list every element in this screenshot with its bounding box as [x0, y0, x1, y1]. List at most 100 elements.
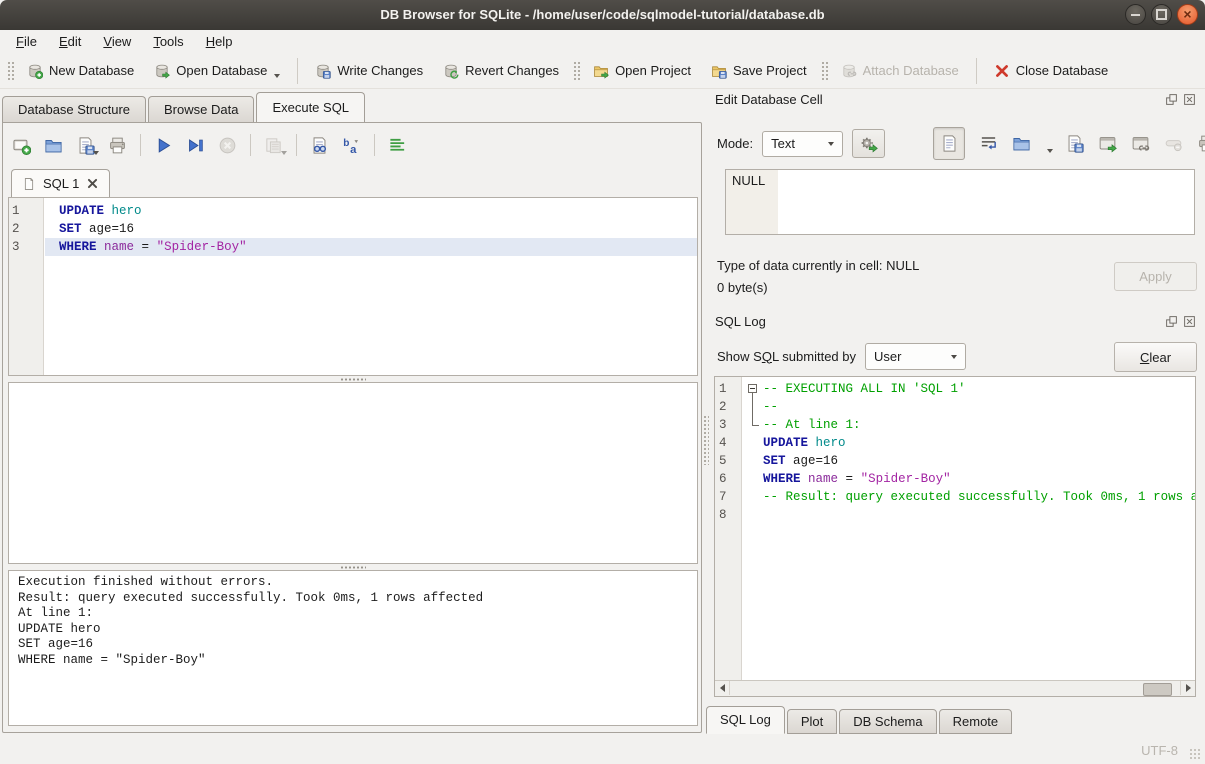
execute-line-icon[interactable] [184, 134, 207, 157]
toolbar-button-open-project[interactable]: Open Project [583, 57, 701, 85]
export-data-icon[interactable] [1065, 134, 1084, 153]
toolbar-button-close-database[interactable]: Close Database [984, 57, 1119, 85]
apply-button[interactable]: Apply [1114, 262, 1197, 291]
dock-tab-sql-log[interactable]: SQL Log [706, 706, 785, 734]
fold-margin[interactable] [745, 398, 763, 416]
log-code: -- [763, 398, 1195, 416]
sql-log-title: SQL Log [715, 314, 766, 329]
cell-content: NULL [732, 173, 765, 188]
new-sql-tab-icon[interactable] [10, 134, 33, 157]
submitter-select[interactable]: User [865, 343, 966, 370]
save-project-icon [711, 63, 727, 79]
dock-tabs: SQL LogPlotDB SchemaRemote [706, 707, 1014, 734]
mode-select[interactable]: Text [762, 131, 843, 157]
line-number: 2 [715, 398, 745, 416]
menu-edit[interactable]: Edit [48, 31, 92, 52]
fold-margin[interactable] [745, 452, 763, 470]
editor-line: 2SET age=16 [9, 220, 697, 238]
close-panel-icon[interactable] [1183, 93, 1196, 106]
toolbar-button-label: Save Project [733, 63, 807, 78]
titlebar[interactable]: DB Browser for SQLite - /home/user/code/… [0, 0, 1205, 30]
fold-margin[interactable] [745, 380, 763, 398]
word-wrap-icon[interactable] [979, 134, 998, 153]
results-grid-pane[interactable] [8, 382, 698, 564]
main-toolbar: New DatabaseOpen Database Write ChangesRe… [0, 53, 1205, 89]
log-line: 8 [715, 506, 1195, 524]
open-external-icon[interactable] [1098, 134, 1117, 153]
resize-grip[interactable] [1189, 748, 1202, 761]
sql-log-view[interactable]: 1-- EXECUTING ALL IN 'SQL 1'2--3-- At li… [714, 376, 1196, 697]
import-data-icon[interactable] [1012, 134, 1031, 153]
auto-mode-button[interactable] [852, 129, 885, 158]
log-code [763, 506, 1195, 524]
dropdown-arrow-icon[interactable] [274, 74, 280, 81]
chevron-down-icon [951, 355, 957, 362]
sql-editor[interactable]: 1UPDATE hero2SET age=163WHERE name = "Sp… [8, 197, 698, 376]
menu-view[interactable]: View [92, 31, 142, 52]
find-icon[interactable] [308, 134, 331, 157]
print-cell-icon[interactable] [1197, 134, 1205, 153]
save-sql-file-icon[interactable] [74, 134, 97, 157]
close-button-icon[interactable]: × [1177, 4, 1198, 25]
dock-tab-db-schema[interactable]: DB Schema [839, 709, 936, 734]
dock-tab-plot[interactable]: Plot [787, 709, 837, 734]
cell-size-text: 0 byte(s) [717, 280, 768, 295]
toolbar-button-new-database[interactable]: New Database [17, 57, 144, 85]
save-results-icon[interactable] [262, 134, 285, 157]
open-database-icon [154, 63, 170, 79]
line-number: 1 [715, 380, 745, 398]
tab-execute-sql[interactable]: Execute SQL [256, 92, 365, 122]
toolbar-button-write-changes[interactable]: Write Changes [305, 57, 433, 85]
copy-link-icon[interactable] [1131, 134, 1150, 153]
dock-tab-remote[interactable]: Remote [939, 709, 1013, 734]
toolbar-separator [296, 134, 297, 156]
execute-all-icon[interactable] [152, 134, 175, 157]
format-sql-icon[interactable] [386, 134, 409, 157]
menu-file[interactable]: File [5, 31, 48, 52]
toolbar-drag-handle[interactable] [6, 60, 14, 82]
find-replace-icon[interactable]: ba [340, 134, 363, 157]
clear-log-button[interactable]: Clear [1114, 342, 1197, 372]
toolbar-button-open-database[interactable]: Open Database [144, 57, 290, 85]
close-tab-icon[interactable] [86, 177, 99, 190]
text-mode-icon[interactable] [940, 134, 959, 153]
toolbar-button-revert-changes[interactable]: Revert Changes [433, 57, 569, 85]
minimize-button-icon[interactable] [1125, 4, 1146, 25]
open-sql-file-icon[interactable] [42, 134, 65, 157]
close-database-icon [994, 63, 1010, 79]
toolbar-button-attach-database[interactable]: Attach Database [831, 57, 969, 85]
stop-icon[interactable] [216, 134, 239, 157]
scrollbar-thumb[interactable] [1143, 683, 1172, 696]
toolbar-button-label: Open Project [615, 63, 691, 78]
execute-sql-pane: ba SQL 1 1UPDATE hero2SET age=163WHERE n… [2, 122, 702, 733]
toolbar-drag-handle[interactable] [572, 60, 580, 82]
float-panel-icon[interactable] [1165, 315, 1178, 328]
fold-margin[interactable] [745, 470, 763, 488]
cell-content-editor[interactable]: NULL [725, 169, 1195, 235]
tab-database-structure[interactable]: Database Structure [2, 96, 146, 122]
print-icon[interactable] [106, 134, 129, 157]
panel-splitter-handle[interactable] [703, 415, 709, 465]
menu-help[interactable]: Help [195, 31, 244, 52]
set-null-icon[interactable] [1164, 134, 1183, 153]
tab-browse-data[interactable]: Browse Data [148, 96, 254, 122]
sql-tab-bar: SQL 1 [11, 169, 110, 197]
fold-margin[interactable] [745, 434, 763, 452]
scroll-right-icon[interactable] [1180, 681, 1195, 695]
toolbar-drag-handle[interactable] [820, 60, 828, 82]
pressed-icon-frame[interactable] [933, 127, 965, 160]
toolbar-separator [250, 134, 251, 156]
horizontal-scrollbar[interactable] [715, 680, 1195, 696]
encoding-status: UTF-8 [1141, 743, 1178, 758]
fold-margin[interactable] [745, 506, 763, 524]
maximize-button-icon[interactable] [1151, 4, 1172, 25]
fold-margin[interactable] [745, 488, 763, 506]
float-panel-icon[interactable] [1165, 93, 1178, 106]
scroll-left-icon[interactable] [715, 681, 730, 695]
editor-code: SET age=16 [45, 220, 697, 238]
sql-tab[interactable]: SQL 1 [11, 169, 110, 197]
toolbar-button-save-project[interactable]: Save Project [701, 57, 817, 85]
close-panel-icon[interactable] [1183, 315, 1196, 328]
fold-margin[interactable] [745, 416, 763, 434]
menu-tools[interactable]: Tools [142, 31, 194, 52]
